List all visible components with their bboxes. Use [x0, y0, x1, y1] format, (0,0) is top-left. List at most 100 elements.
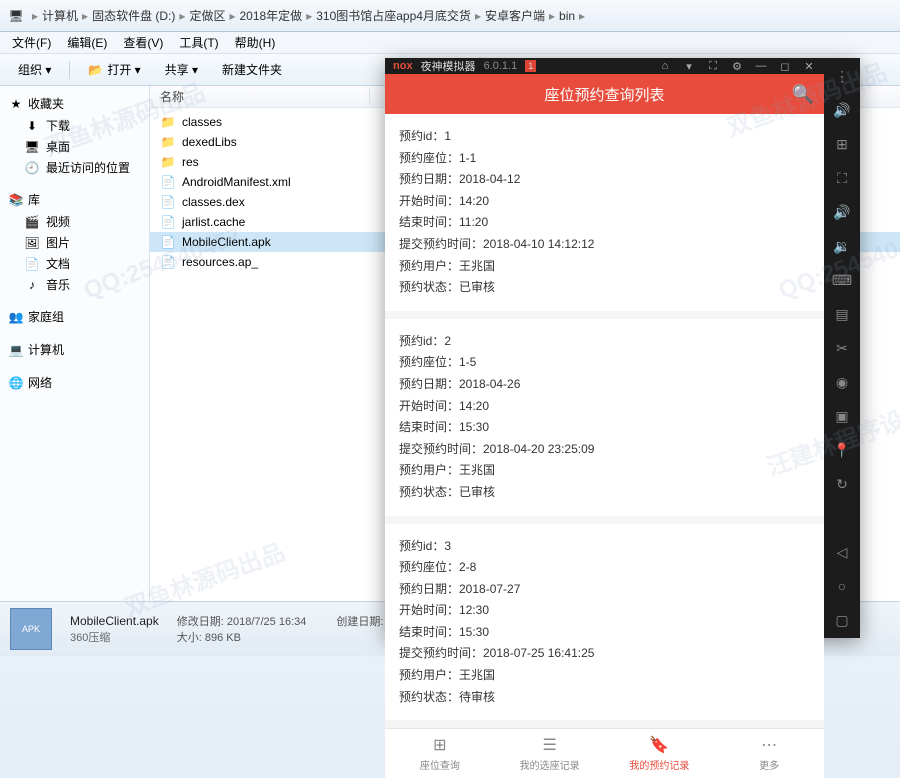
close-icon[interactable]: ✕	[802, 59, 816, 73]
breadcrumb-item[interactable]: 310图书馆占座app4月底交货	[316, 7, 471, 24]
sidebar-item-label: 下载	[46, 117, 70, 134]
sidebar-favorites-header[interactable]: ★收藏夹	[6, 92, 143, 115]
record-start: 开始时间：12:30	[399, 600, 810, 622]
home-icon[interactable]: ○	[832, 576, 852, 596]
sidebar-item-recent[interactable]: 🕘最近访问的位置	[6, 157, 143, 178]
breadcrumb-item[interactable]: 2018年定做	[239, 7, 302, 24]
sidebar-label: 库	[28, 191, 40, 208]
file-thumbnail: APK	[10, 608, 52, 650]
scissors-icon[interactable]: ✂	[832, 338, 852, 358]
gear-icon[interactable]: ⚙	[730, 59, 744, 73]
record-end: 结束时间：11:20	[399, 212, 810, 234]
keyboard-icon[interactable]: ⌨	[832, 270, 852, 290]
tab-label: 我的选座记录	[520, 757, 580, 772]
menu-file[interactable]: 文件(F)	[4, 32, 59, 53]
search-icon[interactable]: 🔍	[792, 84, 814, 105]
record-status: 预约状态：已审核	[399, 277, 810, 299]
tab-more[interactable]: ⋯更多	[714, 729, 824, 778]
reservation-record[interactable]: 预约id：2预约座位：1-5预约日期：2018-04-26开始时间：14:20结…	[385, 319, 824, 516]
emulator-toolbar: ⋮ 🔊 ⊞ ⛶ 🔊 🔉 ⌨ ▤ ✂ ◉ ▣ 📍 ↻ ◁ ○ ▢	[824, 58, 860, 638]
sidebar-item-documents[interactable]: 📄文档	[6, 253, 143, 274]
sidebar-item-label: 图片	[46, 234, 70, 251]
tab-my-seats[interactable]: ☰我的选座记录	[495, 729, 605, 778]
size-value: 896 KB	[205, 632, 241, 644]
sidebar-item-pictures[interactable]: 🖼图片	[6, 232, 143, 253]
menu-tools[interactable]: 工具(T)	[171, 32, 226, 53]
screenshot-icon[interactable]: ▣	[832, 406, 852, 426]
record-end: 结束时间：15:30	[399, 417, 810, 439]
sidebar-label: 收藏夹	[28, 95, 64, 112]
open-label: 打开 ▾	[107, 61, 140, 78]
file-name: MobileClient.apk	[182, 235, 271, 249]
menu-edit[interactable]: 编辑(E)	[59, 32, 115, 53]
app-tabbar: ⊞座位查询 ☰我的选座记录 🔖我的预约记录 ⋯更多	[385, 728, 824, 778]
organize-button[interactable]: 组织 ▾	[8, 58, 61, 81]
sidebar-computer-header[interactable]: 💻计算机	[6, 338, 143, 361]
app-title: 座位预约查询列表	[544, 84, 664, 105]
folder-icon: 📁	[160, 154, 176, 170]
breadcrumb-item[interactable]: 定做区	[189, 7, 225, 24]
breadcrumb-item[interactable]: 安卓客户端	[485, 7, 545, 24]
rotate-icon[interactable]: ↻	[832, 474, 852, 494]
video-icon: 🎬	[24, 214, 40, 230]
volume-up-icon[interactable]: 🔊	[832, 202, 852, 222]
tab-label: 更多	[759, 757, 779, 772]
breadcrumb-item[interactable]: 计算机	[42, 7, 78, 24]
more-icon[interactable]: ⋮	[832, 66, 852, 86]
back-icon[interactable]: ◁	[832, 542, 852, 562]
breadcrumb-item[interactable]: 固态软件盘 (D:)	[92, 7, 175, 24]
file-icon: 📄	[160, 174, 176, 190]
open-button[interactable]: 📂打开 ▾	[78, 58, 150, 81]
newfolder-button[interactable]: 新建文件夹	[212, 58, 292, 81]
emulator-brand: nox	[393, 60, 413, 72]
recents-icon[interactable]: ▢	[832, 610, 852, 630]
homegroup-icon: 👥	[8, 309, 24, 325]
sidebar-item-video[interactable]: 🎬视频	[6, 211, 143, 232]
record-status: 预约状态：已审核	[399, 482, 810, 504]
tab-seat-query[interactable]: ⊞座位查询	[385, 729, 495, 778]
app-body[interactable]: 预约id：1预约座位：1-1预约日期：2018-04-12开始时间：14:20结…	[385, 114, 824, 728]
fullscreen-icon[interactable]: ⛶	[832, 168, 852, 188]
record-seat: 预约座位：1-5	[399, 352, 810, 374]
column-name[interactable]: 名称	[150, 88, 370, 105]
expand-icon[interactable]: ⛶	[706, 59, 720, 73]
record-date: 预约日期：2018-04-12	[399, 169, 810, 191]
recent-icon: 🕘	[24, 160, 40, 176]
folder-icon: 📁	[160, 114, 176, 130]
layers-icon[interactable]: ▤	[832, 304, 852, 324]
sidebar-item-music[interactable]: ♪音乐	[6, 274, 143, 295]
record-date: 预约日期：2018-04-26	[399, 374, 810, 396]
sidebar-homegroup-header[interactable]: 👥家庭组	[6, 305, 143, 328]
emulator-titlebar[interactable]: nox 夜神模拟器 6.0.1.1 1 ⌂ ▾ ⛶ ⚙ — ◻ ✕	[385, 58, 824, 74]
maximize-icon[interactable]: ◻	[778, 59, 792, 73]
sidebar-item-desktop[interactable]: 🖥桌面	[6, 136, 143, 157]
sidebar-item-downloads[interactable]: ⬇下载	[6, 115, 143, 136]
sidebar-network-header[interactable]: 🌐网络	[6, 371, 143, 394]
breadcrumb-item[interactable]: bin	[559, 9, 575, 23]
chevron-right-icon: ▸	[579, 9, 585, 23]
sidebar-libraries-header[interactable]: 📚库	[6, 188, 143, 211]
volume-down-icon[interactable]: 🔉	[832, 236, 852, 256]
location-icon[interactable]: 📍	[832, 440, 852, 460]
sidebar-label: 网络	[28, 374, 52, 391]
emulator-title: 夜神模拟器	[421, 58, 476, 74]
reservation-record[interactable]: 预约id：3预约座位：2-8预约日期：2018-07-27开始时间：12:30结…	[385, 524, 824, 721]
tab-label: 座位查询	[420, 757, 460, 772]
home-icon[interactable]: ⌂	[658, 59, 672, 73]
folder-icon: 📁	[160, 134, 176, 150]
record-icon[interactable]: ◉	[832, 372, 852, 392]
emulator-screen: 座位预约查询列表 🔍 预约id：1预约座位：1-1预约日期：2018-04-12…	[385, 74, 824, 778]
reservation-record[interactable]: 预约id：1预约座位：1-1预约日期：2018-04-12开始时间：14:20结…	[385, 114, 824, 311]
minimize-icon[interactable]: —	[754, 59, 768, 73]
sidebar-item-label: 音乐	[46, 276, 70, 293]
modified-label: 修改日期:	[177, 616, 224, 628]
menu-help[interactable]: 帮助(H)	[227, 32, 284, 53]
share-button[interactable]: 共享 ▾	[155, 58, 208, 81]
notification-badge: 1	[525, 60, 536, 72]
menu-view[interactable]: 查看(V)	[115, 32, 171, 53]
tab-my-reservations[interactable]: 🔖我的预约记录	[605, 729, 715, 778]
bookmark-icon: 🔖	[649, 735, 669, 755]
grid-icon[interactable]: ⊞	[832, 134, 852, 154]
sound-on-icon[interactable]: 🔊	[832, 100, 852, 120]
chevron-down-icon[interactable]: ▾	[682, 59, 696, 73]
